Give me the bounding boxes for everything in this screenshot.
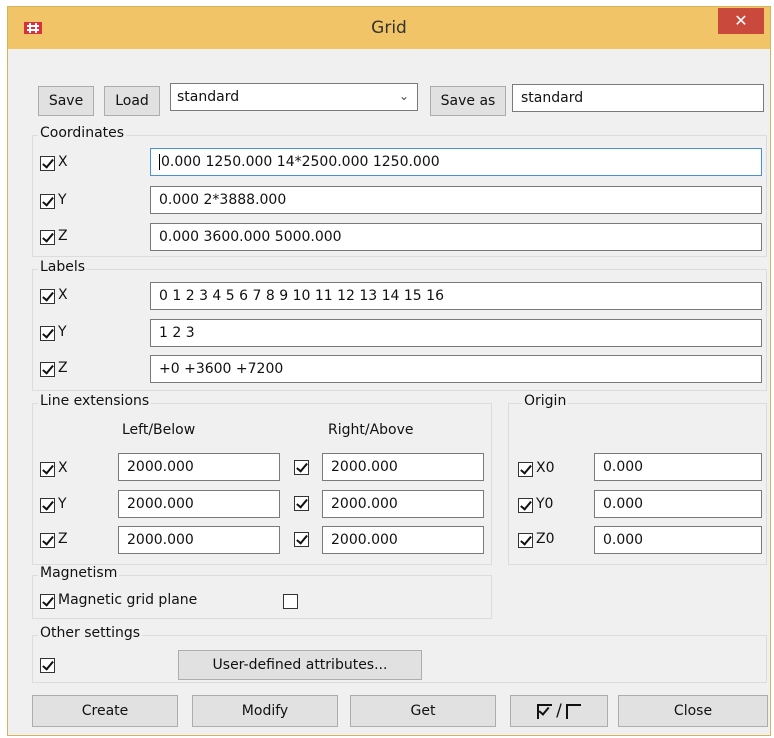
origin-x0-field[interactable]: 0.000 [594,453,762,481]
ext-z-left-field[interactable]: 2000.000 [118,526,280,554]
coord-y-label: Y [58,192,67,208]
origin-x0-label: X0 [536,460,555,476]
uncheck-all-icon [565,703,581,719]
ext-z-right-field[interactable]: 2000.000 [322,526,484,554]
udattr-checkbox[interactable] [40,658,55,673]
line-extensions-heading: Line extensions [38,393,152,409]
chevron-down-icon[interactable]: ⌄ [399,89,409,103]
ext-z-right-checkbox[interactable] [294,532,309,547]
create-button[interactable]: Create [32,695,178,727]
save-as-name-field[interactable]: standard [512,84,764,112]
save-as-button[interactable]: Save as [430,86,506,116]
ext-x-label: X [58,460,68,476]
labels-heading: Labels [38,259,88,275]
preset-select-value: standard [177,89,240,105]
text-caret [159,154,160,170]
coord-z-field[interactable]: 0.000 3600.000 5000.000 [150,223,762,251]
toggle-all-button[interactable]: / [510,695,608,727]
check-all-icon [537,703,553,719]
origin-z0-checkbox[interactable] [518,533,533,548]
left-below-header: Left/Below [122,422,196,438]
coord-y-field[interactable]: 0.000 2*3888.000 [150,186,762,214]
load-button[interactable]: Load [104,86,160,116]
ext-x-right-checkbox[interactable] [294,460,309,475]
ext-y-label: Y [58,496,67,512]
label-y-checkbox[interactable] [40,326,55,341]
window-title: Grid [371,18,407,38]
coord-y-checkbox[interactable] [40,194,55,209]
label-z-field[interactable]: +0 +3600 +7200 [150,355,762,383]
magnetic-grid-label: Magnetic grid plane [58,592,198,608]
label-x-checkbox[interactable] [40,289,55,304]
magnetic-grid-checkbox[interactable] [40,594,55,609]
ext-x-left-field[interactable]: 2000.000 [118,453,280,481]
coord-x-value: 0.000 1250.000 14*2500.000 1250.000 [161,154,440,170]
origin-x0-checkbox[interactable] [518,462,533,477]
save-button[interactable]: Save [38,86,94,116]
ext-z-checkbox[interactable] [40,533,55,548]
coordinates-heading: Coordinates [38,125,127,141]
label-y-field[interactable]: 1 2 3 [150,319,762,347]
grid-dialog: Grid ✕ Save Load standard ⌄ Save as stan… [7,6,771,736]
ext-y-right-field[interactable]: 2000.000 [322,490,484,518]
close-window-icon[interactable]: ✕ [718,8,764,34]
title-bar[interactable]: Grid ✕ [8,7,770,49]
ext-z-label: Z [58,531,68,547]
coord-x-field[interactable]: 0.000 1250.000 14*2500.000 1250.000 [150,148,762,176]
preset-select[interactable]: standard ⌄ [170,83,418,111]
label-z-label: Z [58,360,68,376]
coord-z-checkbox[interactable] [40,230,55,245]
origin-heading: Origin [522,393,569,409]
label-x-field[interactable]: 0 1 2 3 4 5 6 7 8 9 10 11 12 13 14 15 16 [150,282,762,310]
magnetism-heading: Magnetism [38,565,120,581]
origin-y0-checkbox[interactable] [518,498,533,513]
origin-y0-label: Y0 [536,496,554,512]
coord-x-label: X [58,154,68,170]
right-above-header: Right/Above [328,422,414,438]
origin-z0-field[interactable]: 0.000 [594,526,762,554]
modify-button[interactable]: Modify [192,695,338,727]
get-button[interactable]: Get [350,695,496,727]
close-button[interactable]: Close [618,695,768,727]
origin-z0-label: Z0 [536,531,555,547]
label-z-checkbox[interactable] [40,362,55,377]
ext-y-checkbox[interactable] [40,498,55,513]
dialog-content: Save Load standard ⌄ Save as standard Co… [32,63,770,727]
magnetic-grid-extra-checkbox[interactable] [283,594,298,609]
ext-x-checkbox[interactable] [40,462,55,477]
label-x-label: X [58,287,68,303]
coord-z-label: Z [58,228,68,244]
ext-x-right-field[interactable]: 2000.000 [322,453,484,481]
toggle-separator: / [556,701,562,721]
ext-y-left-field[interactable]: 2000.000 [118,490,280,518]
bottom-button-bar: Create Modify Get / Close [32,695,770,727]
label-y-label: Y [58,324,67,340]
coord-x-checkbox[interactable] [40,156,55,171]
other-settings-heading: Other settings [38,625,143,641]
ext-y-right-checkbox[interactable] [294,496,309,511]
origin-y0-field[interactable]: 0.000 [594,490,762,518]
user-defined-attributes-button[interactable]: User-defined attributes... [178,650,422,680]
